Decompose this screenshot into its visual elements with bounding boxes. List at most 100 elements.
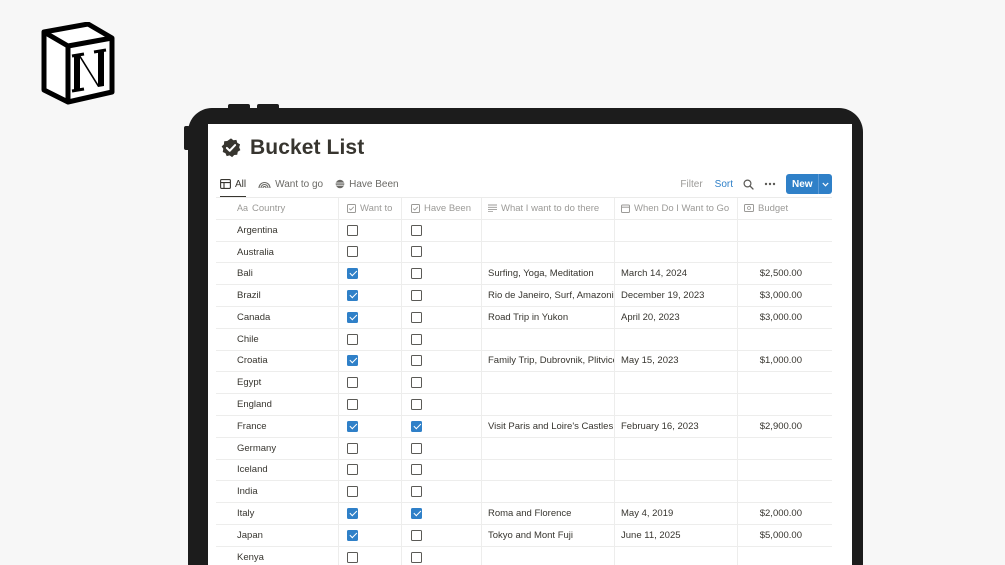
table-row[interactable]: India xyxy=(216,481,832,504)
table-row[interactable]: Japan Tokyo and Mont Fuji June 11, 2025 … xyxy=(216,524,832,547)
table-row[interactable]: Kenya xyxy=(216,546,832,565)
more-options-icon[interactable] xyxy=(764,182,776,186)
what-cell[interactable] xyxy=(482,372,615,394)
country-cell[interactable]: Brazil xyxy=(216,285,339,306)
when-cell[interactable]: April 20, 2023 xyxy=(615,306,738,328)
country-cell[interactable]: Kenya xyxy=(216,546,339,565)
want-to-checkbox[interactable] xyxy=(347,246,358,258)
have-been-checkbox[interactable] xyxy=(411,486,422,498)
have-been-checkbox[interactable] xyxy=(411,224,422,236)
table-row[interactable]: Brazil Rio de Janeiro, Surf, Amazonia De… xyxy=(216,285,832,307)
want-to-cell[interactable] xyxy=(339,503,402,524)
budget-cell[interactable] xyxy=(738,372,832,393)
want-to-checkbox[interactable] xyxy=(347,224,358,236)
table-row[interactable]: France Visit Paris and Loire's Castles F… xyxy=(216,415,832,438)
want-to-cell[interactable] xyxy=(339,306,402,328)
column-header-want-to[interactable]: Want to xyxy=(339,198,402,219)
when-cell[interactable] xyxy=(615,394,738,415)
country-cell[interactable]: Croatia xyxy=(216,350,339,372)
want-to-checkbox[interactable] xyxy=(347,442,358,454)
table-row[interactable]: Australia xyxy=(216,241,832,264)
column-header-budget[interactable]: Budget xyxy=(738,198,832,219)
want-to-checkbox[interactable] xyxy=(347,529,358,541)
column-header-have-been[interactable]: Have Been xyxy=(402,198,482,219)
have-been-cell[interactable] xyxy=(402,285,482,306)
when-cell[interactable]: May 15, 2023 xyxy=(615,350,738,372)
country-cell[interactable]: Argentina xyxy=(216,219,339,241)
what-cell[interactable] xyxy=(482,437,615,459)
want-to-checkbox[interactable] xyxy=(347,551,358,563)
have-been-cell[interactable] xyxy=(402,328,482,350)
when-cell[interactable] xyxy=(615,546,738,565)
country-cell[interactable]: Iceland xyxy=(216,459,339,481)
have-been-checkbox[interactable] xyxy=(411,464,422,476)
have-been-cell[interactable] xyxy=(402,350,482,372)
table-row[interactable]: Iceland xyxy=(216,459,832,482)
want-to-cell[interactable] xyxy=(339,285,402,306)
want-to-checkbox[interactable] xyxy=(347,464,358,476)
what-cell[interactable]: Roma and Florence xyxy=(482,503,615,524)
country-cell[interactable]: England xyxy=(216,394,339,415)
what-cell[interactable]: Rio de Janeiro, Surf, Amazonia xyxy=(482,285,615,306)
have-been-cell[interactable] xyxy=(402,437,482,459)
what-cell[interactable] xyxy=(482,546,615,565)
want-to-checkbox[interactable] xyxy=(347,486,358,498)
have-been-checkbox[interactable] xyxy=(411,508,422,520)
want-to-cell[interactable] xyxy=(339,415,402,437)
have-been-cell[interactable] xyxy=(402,372,482,394)
what-cell[interactable] xyxy=(482,394,615,415)
have-been-checkbox[interactable] xyxy=(411,333,422,345)
column-header-when[interactable]: When Do I Want to Go xyxy=(615,198,738,219)
what-cell[interactable]: Family Trip, Dubrovnik, Plitvice xyxy=(482,350,615,372)
budget-cell[interactable]: $2,900.00 xyxy=(738,416,832,437)
what-cell[interactable]: Visit Paris and Loire's Castles xyxy=(482,415,615,437)
when-cell[interactable]: December 19, 2023 xyxy=(615,285,738,306)
have-been-cell[interactable] xyxy=(402,241,482,263)
have-been-checkbox[interactable] xyxy=(411,246,422,258)
have-been-cell[interactable] xyxy=(402,524,482,546)
want-to-cell[interactable] xyxy=(339,546,402,565)
have-been-checkbox[interactable] xyxy=(411,355,422,367)
budget-cell[interactable] xyxy=(738,460,832,481)
want-to-cell[interactable] xyxy=(339,241,402,263)
table-row[interactable]: Croatia Family Trip, Dubrovnik, Plitvice… xyxy=(216,350,832,373)
table-row[interactable]: Italy Roma and Florence May 4, 2019 $2,0… xyxy=(216,503,832,525)
chevron-down-icon[interactable] xyxy=(818,174,832,194)
budget-cell[interactable] xyxy=(738,547,832,565)
want-to-cell[interactable] xyxy=(339,263,402,285)
have-been-checkbox[interactable] xyxy=(411,529,422,541)
what-cell[interactable] xyxy=(482,459,615,481)
column-header-country[interactable]: Aa Country xyxy=(216,198,339,219)
table-row[interactable]: Chile xyxy=(216,328,832,351)
want-to-checkbox[interactable] xyxy=(347,377,358,389)
budget-cell[interactable] xyxy=(738,329,832,350)
want-to-cell[interactable] xyxy=(339,328,402,350)
budget-cell[interactable]: $3,000.00 xyxy=(738,307,832,328)
budget-cell[interactable] xyxy=(738,394,832,415)
view-tab-want-to-go[interactable]: Want to go xyxy=(258,173,323,195)
when-cell[interactable]: June 11, 2025 xyxy=(615,524,738,546)
have-been-checkbox[interactable] xyxy=(411,290,422,302)
what-cell[interactable]: Road Trip in Yukon xyxy=(482,306,615,328)
what-cell[interactable] xyxy=(482,481,615,503)
country-cell[interactable]: Italy xyxy=(216,503,339,524)
what-cell[interactable]: Tokyo and Mont Fuji xyxy=(482,524,615,546)
new-button[interactable]: New xyxy=(786,174,832,194)
filter-button[interactable]: Filter xyxy=(680,179,702,190)
want-to-cell[interactable] xyxy=(339,394,402,415)
have-been-cell[interactable] xyxy=(402,459,482,481)
want-to-cell[interactable] xyxy=(339,459,402,481)
want-to-cell[interactable] xyxy=(339,350,402,372)
budget-cell[interactable]: $2,500.00 xyxy=(738,263,832,284)
when-cell[interactable] xyxy=(615,437,738,459)
have-been-cell[interactable] xyxy=(402,415,482,437)
table-row[interactable]: England xyxy=(216,394,832,416)
country-cell[interactable]: Australia xyxy=(216,241,339,263)
want-to-checkbox[interactable] xyxy=(347,420,358,432)
table-row[interactable]: Argentina xyxy=(216,219,832,242)
have-been-checkbox[interactable] xyxy=(411,399,422,411)
have-been-checkbox[interactable] xyxy=(411,442,422,454)
want-to-checkbox[interactable] xyxy=(347,290,358,302)
have-been-checkbox[interactable] xyxy=(411,268,422,280)
budget-cell[interactable] xyxy=(738,220,832,241)
